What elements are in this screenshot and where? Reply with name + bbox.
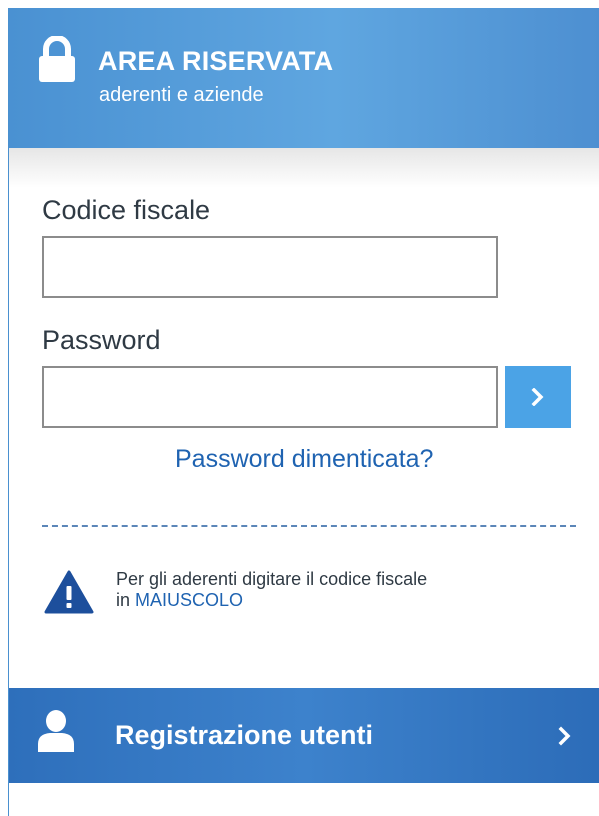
- header-shadow: [9, 148, 599, 188]
- registration-label: Registrazione utenti: [115, 720, 374, 750]
- password-label: Password: [42, 325, 161, 355]
- uppercase-notice: Per gli aderenti digitare il codice fisc…: [116, 569, 427, 611]
- codice-fiscale-input[interactable]: [42, 236, 498, 298]
- reserved-area-header: AREA RISERVATA aderenti e aziende: [9, 8, 599, 148]
- lock-icon: [39, 36, 75, 82]
- login-submit-button[interactable]: [505, 366, 571, 428]
- login-panel: AREA RISERVATA aderenti e aziende Codice…: [8, 8, 599, 816]
- codice-fiscale-label: Codice fiscale: [42, 195, 211, 225]
- forgot-password-link[interactable]: Password dimenticata?: [175, 445, 433, 474]
- user-registration-button[interactable]: Registrazione utenti: [9, 688, 599, 783]
- dashed-divider: [42, 525, 576, 527]
- chevron-right-icon: [558, 726, 571, 746]
- password-input[interactable]: [42, 366, 498, 428]
- notice-line-2-prefix: in: [116, 590, 136, 610]
- chevron-right-icon: [531, 388, 544, 406]
- notice-line-1: Per gli aderenti digitare il codice fisc…: [116, 569, 428, 589]
- user-icon: [38, 710, 74, 752]
- notice-emphasis: MAIUSCOLO: [135, 590, 244, 610]
- warning-icon: [44, 570, 94, 614]
- header-title: AREA RISERVATA: [98, 46, 334, 76]
- notice-line-2: in MAIUSCOLO: [116, 590, 427, 611]
- header-subtitle: aderenti e aziende: [99, 84, 264, 106]
